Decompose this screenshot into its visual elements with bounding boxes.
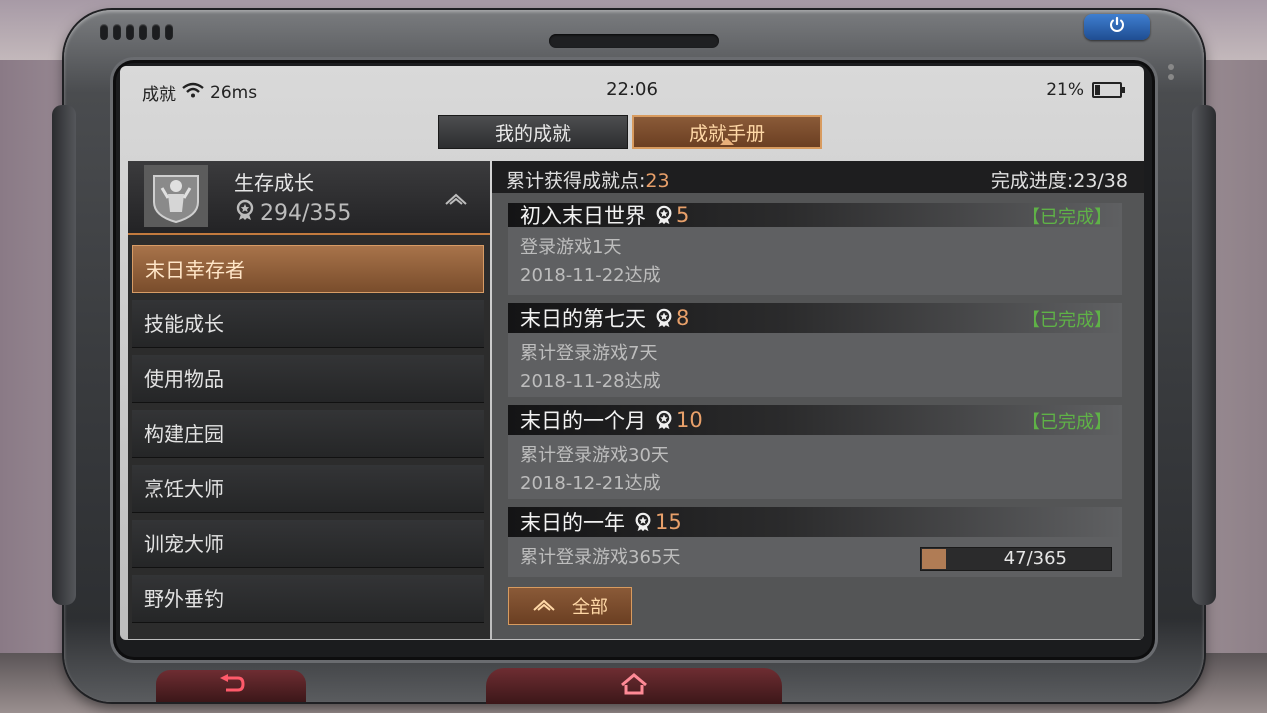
progress-fill (922, 549, 947, 569)
achievement-title: 末日的一个月 (520, 409, 646, 433)
category-title: 生存成长 (234, 171, 314, 195)
category-item-use-items[interactable]: 使用物品 (132, 355, 484, 403)
points-value: 23 (645, 170, 670, 192)
achievement-title: 末日的第七天 (520, 307, 646, 331)
show-all-label: 全部 (572, 597, 608, 618)
home-button[interactable] (486, 668, 782, 704)
category-emblem-icon (144, 165, 208, 227)
achievement-date: 2018-11-28达成 (520, 371, 661, 392)
completion-progress: 完成进度:23/38 (990, 170, 1128, 192)
achievement-card[interactable]: 初入末日世界 5 【已完成】 登录游戏1天 2018-11-22达成 (508, 203, 1122, 295)
achievement-title-bar: 初入末日世界 5 【已完成】 (508, 203, 1122, 228)
achievement-card[interactable]: 末日的一个月 10 【已完成】 累计登录游戏30天 2018-12-21达成 (508, 405, 1122, 499)
achievement-description: 登录游戏1天 (520, 237, 622, 258)
medal-icon (633, 512, 653, 532)
points-summary: 累计获得成就点:23 (506, 166, 670, 193)
power-button[interactable] (1084, 14, 1150, 40)
category-panel: 生存成长 294/355 末日幸存者 技能成长 使用物品 构建庄园 烹饪大师 训… (128, 161, 490, 639)
chevron-up-icon (532, 596, 556, 617)
achievement-description: 累计登录游戏30天 (520, 445, 669, 466)
tab-my-achievements[interactable]: 我的成就 (438, 115, 628, 149)
category-item-pet-master[interactable]: 训宠大师 (132, 520, 484, 568)
category-item-skill-growth[interactable]: 技能成长 (132, 300, 484, 348)
side-rail-left (52, 105, 76, 605)
progress-text: 47/365 (1003, 548, 1067, 569)
achievement-progress-bar: 47/365 (920, 547, 1112, 571)
top-slot (549, 34, 719, 48)
medal-icon (654, 308, 674, 328)
points-label: 累计获得成就点: (506, 170, 646, 192)
home-icon (619, 673, 649, 699)
back-button[interactable] (156, 670, 306, 702)
medal-icon (654, 410, 674, 430)
power-icon (1108, 16, 1126, 38)
achievement-status: 【已完成】 (1022, 412, 1112, 433)
achievement-points: 10 (676, 408, 703, 432)
achievement-card[interactable]: 末日的一年 15 累计登录游戏365天 47/365 (508, 507, 1122, 577)
summary-bar: 累计获得成就点:23 完成进度:23/38 (492, 161, 1144, 193)
screen: 成就 26ms 22:06 21% 我的成就 成就手册 生存成长 294/355… (120, 66, 1144, 640)
category-item-cooking-master[interactable]: 烹饪大师 (132, 465, 484, 513)
chevron-up-icon[interactable] (444, 191, 468, 210)
achievement-card[interactable]: 末日的第七天 8 【已完成】 累计登录游戏7天 2018-11-28达成 (508, 303, 1122, 397)
achievement-description: 累计登录游戏7天 (520, 343, 658, 364)
medal-icon (234, 199, 256, 227)
category-item-fishing[interactable]: 野外垂钓 (132, 575, 484, 623)
achievement-title: 初入末日世界 (520, 204, 646, 228)
achievement-date: 2018-12-21达成 (520, 473, 661, 494)
speaker-vent (100, 24, 173, 40)
achievement-panel: 累计获得成就点:23 完成进度:23/38 初入末日世界 5 【已完成】 登录游… (492, 161, 1144, 639)
tab-bar: 我的成就 成就手册 (438, 115, 822, 149)
category-item-survivor[interactable]: 末日幸存者 (132, 245, 484, 293)
side-rail-right (1192, 105, 1216, 605)
achievement-title-bar: 末日的第七天 8 【已完成】 (508, 303, 1122, 333)
back-arrow-icon (216, 674, 246, 698)
category-points-value: 294/355 (260, 200, 352, 226)
medal-icon (654, 205, 674, 225)
indicator-dots (1168, 64, 1174, 80)
battery-icon (1092, 82, 1125, 98)
category-list: 末日幸存者 技能成长 使用物品 构建庄园 烹饪大师 训宠大师 野外垂钓 (132, 245, 484, 630)
achievement-points: 15 (655, 510, 682, 534)
achievement-title-bar: 末日的一年 15 (508, 507, 1122, 537)
clock: 22:06 (606, 79, 658, 100)
achievement-points: 5 (676, 203, 690, 227)
achievement-date: 2018-11-22达成 (520, 265, 661, 286)
category-points: 294/355 (234, 199, 351, 227)
achievement-title: 末日的一年 (520, 511, 625, 535)
category-item-build-manor[interactable]: 构建庄园 (132, 410, 484, 458)
achievement-status: 【已完成】 (1022, 207, 1112, 228)
achievement-points: 8 (676, 306, 690, 330)
battery-percent: 21% (1046, 80, 1084, 100)
achievement-status: 【已完成】 (1022, 310, 1112, 331)
achievement-title-bar: 末日的一个月 10 【已完成】 (508, 405, 1122, 435)
show-all-button[interactable]: 全部 (508, 587, 632, 625)
tab-achievement-handbook[interactable]: 成就手册 (632, 115, 822, 149)
category-header[interactable]: 生存成长 294/355 (128, 161, 490, 235)
status-bar: 成就 26ms 22:06 21% (120, 66, 1144, 112)
